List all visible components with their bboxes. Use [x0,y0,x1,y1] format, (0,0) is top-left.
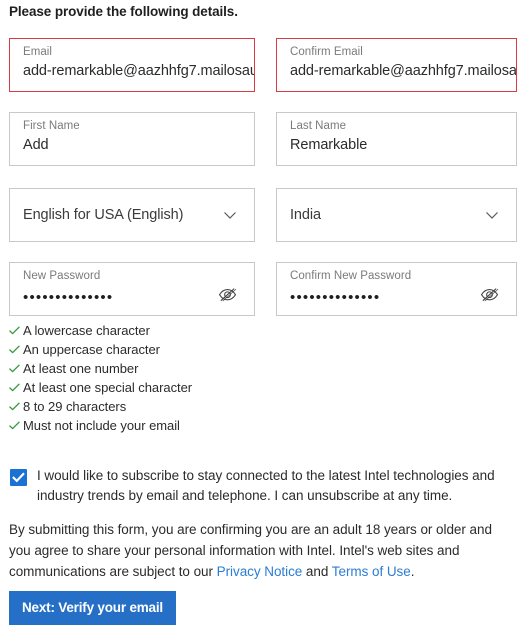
confirm-password-field[interactable]: Confirm New Password •••••••••••••• [276,262,517,316]
subscribe-row: I would like to subscribe to stay connec… [10,466,522,506]
list-item: A lowercase character [8,321,338,340]
legal-text-part3: . [410,564,415,579]
confirm-email-field[interactable]: Confirm Email add-remarkable@aazhhfg7.ma… [276,38,517,92]
list-item: 8 to 29 characters [8,397,338,416]
confirm-password-field-value: •••••••••••••• [290,289,381,306]
privacy-notice-link[interactable]: Privacy Notice [217,564,303,579]
terms-of-use-link[interactable]: Terms of Use [332,564,411,579]
last-name-field-value: Remarkable [290,137,368,153]
email-field-label: Email [23,46,53,58]
check-icon [8,419,21,432]
last-name-field[interactable]: Last Name Remarkable [276,112,517,166]
country-select[interactable]: India [276,188,517,242]
confirm-password-field-label: Confirm New Password [290,270,412,282]
registration-form-page: Please provide the following details. Em… [0,0,532,639]
new-password-field-label: New Password [23,270,101,282]
next-verify-email-button[interactable]: Next: Verify your email [9,591,176,625]
language-select-value: English for USA (English) [23,207,184,223]
check-icon [8,362,21,375]
new-password-field-value: •••••••••••••• [23,289,114,306]
list-item: At least one number [8,359,338,378]
list-item: An uppercase character [8,340,338,359]
chevron-down-icon [484,207,500,223]
eye-slash-icon[interactable] [218,285,237,304]
language-select[interactable]: English for USA (English) [9,188,255,242]
check-icon [8,381,21,394]
list-item-label: At least one number [23,361,139,376]
check-icon [8,400,21,413]
list-item: Must not include your email [8,416,338,435]
last-name-field-label: Last Name [290,120,347,132]
country-select-value: India [290,207,321,223]
list-item-label: A lowercase character [23,323,150,338]
list-item-label: At least one special character [23,380,193,395]
first-name-field[interactable]: First Name Add [9,112,255,166]
first-name-field-value: Add [23,137,49,153]
email-field-value: add-remarkable@aazhhfg7.mailosaur.net [23,63,255,79]
legal-text-part2: and [302,564,332,579]
list-item-label: Must not include your email [23,418,180,433]
list-item: At least one special character [8,378,338,397]
confirm-email-field-label: Confirm Email [290,46,363,58]
list-item-label: An uppercase character [23,342,160,357]
chevron-down-icon [222,207,238,223]
new-password-field[interactable]: New Password •••••••••••••• [9,262,255,316]
subscribe-label: I would like to subscribe to stay connec… [37,468,495,503]
email-field[interactable]: Email add-remarkable@aazhhfg7.mailosaur.… [9,38,255,92]
list-item-label: 8 to 29 characters [23,399,127,414]
first-name-field-label: First Name [23,120,80,132]
confirm-email-field-value: add-remarkable@aazhhfg7.mailosaur.net [290,63,517,79]
page-title: Please provide the following details. [9,4,238,19]
legal-disclaimer: By submitting this form, you are confirm… [9,519,516,582]
subscribe-checkbox[interactable] [10,469,27,486]
check-icon [8,324,21,337]
check-icon [8,343,21,356]
eye-slash-icon[interactable] [480,285,499,304]
password-requirements-list: A lowercase character An uppercase chara… [8,321,338,435]
